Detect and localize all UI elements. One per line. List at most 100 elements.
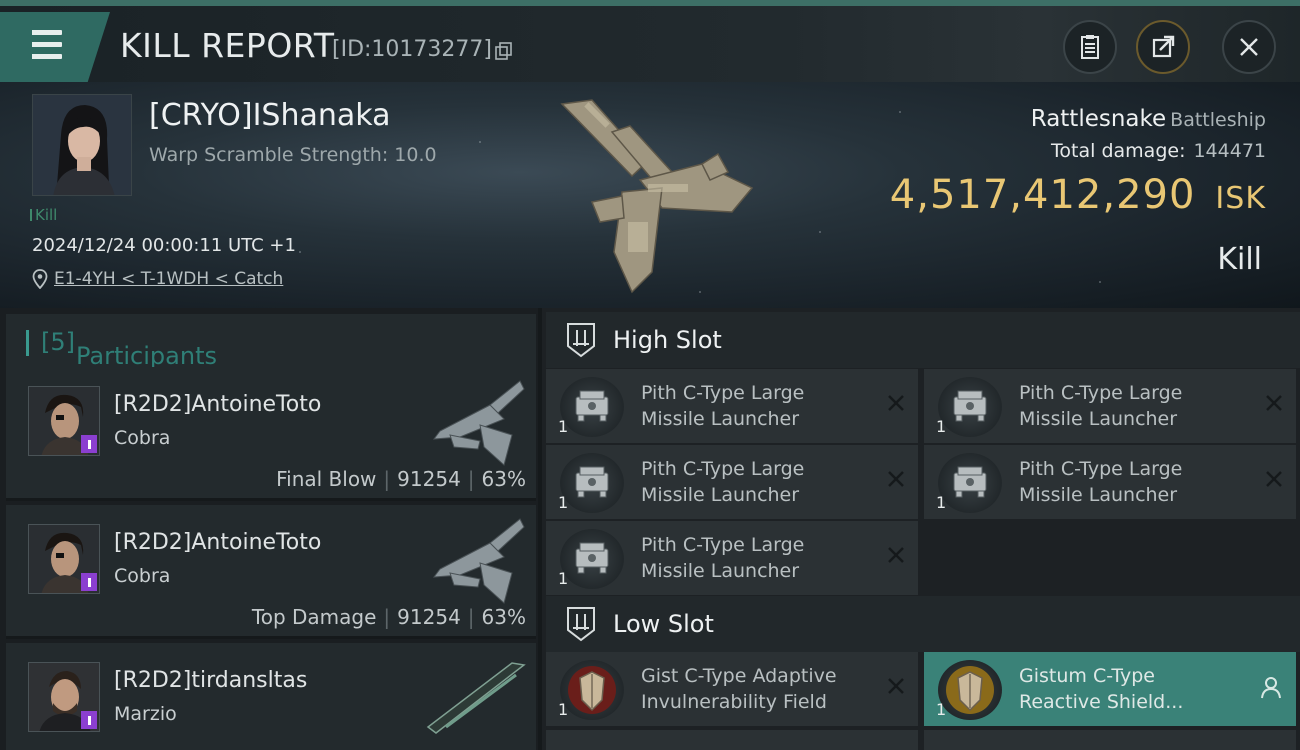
ship-name-text: Rattlesnake <box>1030 106 1167 132</box>
menu-tab[interactable] <box>0 12 110 88</box>
attacker-name[interactable]: [R2D2]AntoineToto <box>114 530 321 555</box>
attacker-name[interactable]: [R2D2]tirdansltas <box>114 668 307 693</box>
attacker-row[interactable]: [R2D2]AntoineToto Cobra Final Blow | 91254… <box>6 367 536 501</box>
share-icon <box>1152 35 1175 58</box>
module-quantity: 1 <box>936 417 947 436</box>
corp-badge <box>81 711 97 729</box>
module-quantity: 1 <box>936 700 947 719</box>
attacker-damage: 91254 <box>397 605 461 629</box>
attacker-ship-image <box>432 518 525 604</box>
module-item[interactable]: 1 Pith C-Type Large Missile Launcher <box>546 369 918 443</box>
module-name: Gistum C-Type Reactive Shield... <box>1019 665 1184 713</box>
corp-badge <box>81 573 97 591</box>
clipboard-icon <box>1081 35 1099 59</box>
destroyed-x-icon <box>888 395 904 411</box>
module-item[interactable] <box>924 730 1296 750</box>
total-damage-value: 144471 <box>1193 140 1266 162</box>
location-pin-icon <box>32 269 48 289</box>
module-name: Gist C-Type Adaptive Invulnerability Fiel… <box>641 665 837 713</box>
missile-launcher-icon <box>938 377 1002 437</box>
missile-launcher-icon <box>938 453 1002 513</box>
avatar[interactable] <box>28 662 100 732</box>
victim-portrait[interactable] <box>32 94 132 196</box>
destroyed-x-icon <box>1266 395 1282 411</box>
attacker-row[interactable]: [R2D2]tirdansltas Marzio <box>6 643 536 750</box>
missile-launcher-icon <box>560 377 624 437</box>
module-name: Pith C-Type Large Missile Launcher <box>1019 458 1183 506</box>
destroyed-x-icon <box>1266 471 1282 487</box>
module-quantity: 1 <box>558 417 569 436</box>
shield-module-icon <box>938 660 1002 720</box>
destroyed-x-icon <box>888 471 904 487</box>
high-slot-icon <box>567 323 595 358</box>
attacker-damage: 91254 <box>397 467 461 491</box>
missile-launcher-icon <box>560 453 624 513</box>
attacker-percent: 63% <box>481 467 526 491</box>
destroyed-x-icon <box>888 678 904 694</box>
attacker-percent: 63% <box>481 605 526 629</box>
attacker-ship: Cobra <box>114 427 171 449</box>
clipboard-button[interactable] <box>1063 20 1117 74</box>
shield-module-icon <box>560 660 624 720</box>
menu-icon[interactable] <box>24 30 62 60</box>
close-button[interactable] <box>1222 20 1276 74</box>
ship-class-text: Battleship <box>1170 109 1266 131</box>
participants-label: Participants <box>76 342 217 370</box>
location-link[interactable]: E1-4YH < T-1WDH < Catch <box>54 269 283 289</box>
report-id: [ID:10173277] <box>332 37 492 62</box>
kill-tag: Kill <box>29 206 58 224</box>
high-slot-header: High Slot <box>546 312 1300 368</box>
participants-count: [5] <box>41 328 75 356</box>
module-item[interactable]: 1 Pith C-Type Large Missile Launcher <box>924 369 1296 443</box>
module-item[interactable]: 1 Pith C-Type Large Missile Launcher <box>546 521 918 595</box>
module-item[interactable]: 1 Pith C-Type Large Missile Launcher <box>924 445 1296 519</box>
victim-ship-name[interactable]: Rattlesnake Battleship <box>1031 106 1266 132</box>
attacker-stats: Top Damage | 91254 | 63% <box>251 605 526 629</box>
attacker-stats: Final Blow | 91254 | 63% <box>276 467 526 491</box>
attacker-role: Top Damage <box>251 605 377 629</box>
participants-panel: Participants [5] [R2D2]AntoineToto Cobra… <box>0 308 542 750</box>
missile-launcher-icon <box>560 529 624 589</box>
module-item-highlighted[interactable]: 1 Gistum C-Type Reactive Shield... <box>924 652 1296 726</box>
module-item[interactable] <box>546 730 918 750</box>
total-damage: Total damage: 144471 <box>1051 140 1266 162</box>
attacker-ship-image <box>426 662 526 734</box>
attacker-ship-image <box>432 380 525 466</box>
kill-location[interactable]: E1-4YH < T-1WDH < Catch <box>32 267 283 291</box>
victim-ship-image[interactable] <box>552 92 762 297</box>
avatar[interactable] <box>28 386 100 456</box>
attacker-name[interactable]: [R2D2]AntoineToto <box>114 392 321 417</box>
module-name: Pith C-Type Large Missile Launcher <box>641 458 805 506</box>
high-slot-title: High Slot <box>613 326 722 354</box>
isk-amount: 4,517,412,290 <box>889 172 1196 218</box>
victim-banner: [CRYO]IShanaka Warp Scramble Strength: 1… <box>0 82 1300 308</box>
module-item[interactable]: 1 Gist C-Type Adaptive Invulnerability Fi… <box>546 652 918 726</box>
corp-badge <box>81 435 97 453</box>
attacker-ship: Marzio <box>114 703 177 725</box>
result-label: Kill <box>1217 242 1262 277</box>
dropped-person-icon <box>1261 677 1281 699</box>
avatar[interactable] <box>28 524 100 594</box>
total-damage-label: Total damage: <box>1051 140 1186 162</box>
module-quantity: 1 <box>558 493 569 512</box>
module-name: Pith C-Type Large Missile Launcher <box>1019 382 1183 430</box>
low-slot-header: Low Slot <box>546 596 1300 652</box>
module-item[interactable]: 1 Pith C-Type Large Missile Launcher <box>546 445 918 519</box>
low-slot-icon <box>567 607 595 642</box>
page-title: KILL REPORT <box>120 26 335 65</box>
copy-icon[interactable] <box>494 41 514 61</box>
module-quantity: 1 <box>936 493 947 512</box>
low-slot-title: Low Slot <box>613 610 714 638</box>
isk-value: 4,517,412,290 ISK <box>890 172 1266 218</box>
attacker-row[interactable]: [R2D2]AntoineToto Cobra Top Damage | 91254… <box>6 505 536 639</box>
attacker-role: Final Blow <box>276 467 377 491</box>
fitting-panel: High Slot 1 Pith C-Type Large Missile Lau… <box>542 308 1300 750</box>
victim-name[interactable]: [CRYO]IShanaka <box>149 98 391 133</box>
top-bar: KILL REPORT [ID:10173277] <box>0 0 1300 88</box>
share-button[interactable] <box>1136 20 1190 74</box>
victim-avatar <box>33 95 131 195</box>
module-name: Pith C-Type Large Missile Launcher <box>641 534 805 582</box>
module-quantity: 1 <box>558 700 569 719</box>
close-icon <box>1240 38 1258 56</box>
module-quantity: 1 <box>558 569 569 588</box>
